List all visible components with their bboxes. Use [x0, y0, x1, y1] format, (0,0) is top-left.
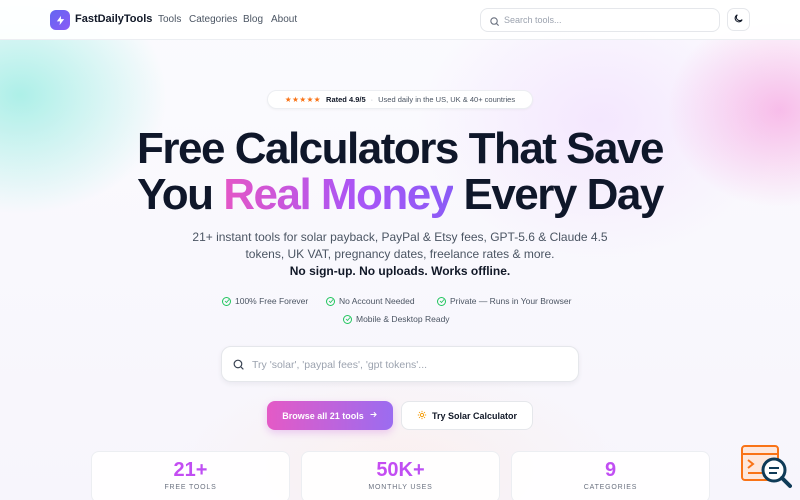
- subtitle-strong: No sign-up. No uploads. Works offline.: [289, 264, 511, 278]
- feature-item: 100% Free Forever: [222, 296, 308, 306]
- stat-card: 21+ FREE TOOLS: [91, 451, 290, 500]
- nav-search-placeholder: Search tools...: [504, 15, 562, 25]
- search-icon: [489, 14, 500, 32]
- feature-label: Private — Runs in Your Browser: [450, 296, 572, 306]
- star-icon: ★★★★★: [284, 95, 322, 104]
- feature-label: No Account Needed: [339, 296, 415, 306]
- check-circle-icon: [343, 314, 352, 324]
- rating-badge: ★★★★★ Rated 4.9/5 · Used daily in the US…: [267, 90, 533, 109]
- solar-calculator-label: Try Solar Calculator: [431, 410, 518, 421]
- feature-label: 100% Free Forever: [235, 296, 309, 306]
- rating-text: Rated 4.9/5: [326, 95, 366, 104]
- browse-tools-label: Browse all 21 tools: [282, 410, 364, 421]
- nav-link-about[interactable]: About: [271, 14, 297, 25]
- page-title-line-2: You Real Money Every Day: [0, 173, 800, 217]
- moon-icon: [733, 11, 744, 29]
- theme-toggle-button[interactable]: [727, 8, 750, 31]
- rating-separator: ·: [370, 95, 374, 104]
- stat-value: 21+: [92, 460, 289, 480]
- check-circle-icon: [222, 296, 231, 306]
- feature-label: Mobile & Desktop Ready: [356, 314, 450, 324]
- nav-search-input[interactable]: Search tools...: [480, 8, 720, 32]
- title-suffix: Every Day: [452, 170, 664, 219]
- stat-value: 9: [512, 460, 709, 480]
- subtitle-line-1: 21+ instant tools for solar payback, Pay…: [192, 230, 608, 244]
- browse-tools-button[interactable]: Browse all 21 tools: [267, 401, 393, 430]
- search-icon: [232, 358, 245, 376]
- nav-link-categories[interactable]: Categories: [189, 14, 237, 25]
- stat-label: CATEGORIES: [583, 484, 638, 491]
- help-search-icon[interactable]: [740, 444, 792, 492]
- check-circle-icon: [437, 296, 446, 306]
- feature-item: Private — Runs in Your Browser: [437, 296, 571, 306]
- stat-label: FREE TOOLS: [164, 484, 217, 491]
- feature-item: Mobile & Desktop Ready: [343, 314, 450, 324]
- brand-name[interactable]: FastDailyTools: [75, 13, 152, 25]
- stat-card: 9 CATEGORIES: [511, 451, 710, 500]
- feature-item: No Account Needed: [326, 296, 415, 306]
- stat-value: 50K+: [302, 460, 499, 480]
- nav-link-blog[interactable]: Blog: [243, 14, 263, 25]
- subtitle-line-2: tokens, UK VAT, pregnancy dates, freelan…: [245, 247, 555, 261]
- sun-icon: [417, 410, 427, 422]
- check-circle-icon: [326, 296, 335, 306]
- nav-link-tools[interactable]: Tools: [158, 14, 181, 25]
- page-title-line-1: Free Calculators That Save: [137, 124, 664, 173]
- arrow-right-icon: [369, 410, 378, 421]
- lightning-icon[interactable]: [50, 10, 70, 30]
- title-prefix: You: [137, 170, 224, 219]
- stat-card: 50K+ MONTHLY USES: [301, 451, 500, 500]
- hero-search-placeholder: Try 'solar', 'paypal fees', 'gpt tokens'…: [252, 359, 428, 371]
- stat-label: MONTHLY USES: [368, 484, 433, 491]
- hero-search-input[interactable]: Try 'solar', 'paypal fees', 'gpt tokens'…: [221, 346, 579, 382]
- title-accent: Real Money: [223, 170, 454, 219]
- top-navbar: FastDailyTools Tools Categories Blog Abo…: [0, 0, 800, 40]
- solar-calculator-button[interactable]: Try Solar Calculator: [401, 401, 533, 430]
- usage-text: Used daily in the US, UK & 40+ countries: [378, 95, 516, 104]
